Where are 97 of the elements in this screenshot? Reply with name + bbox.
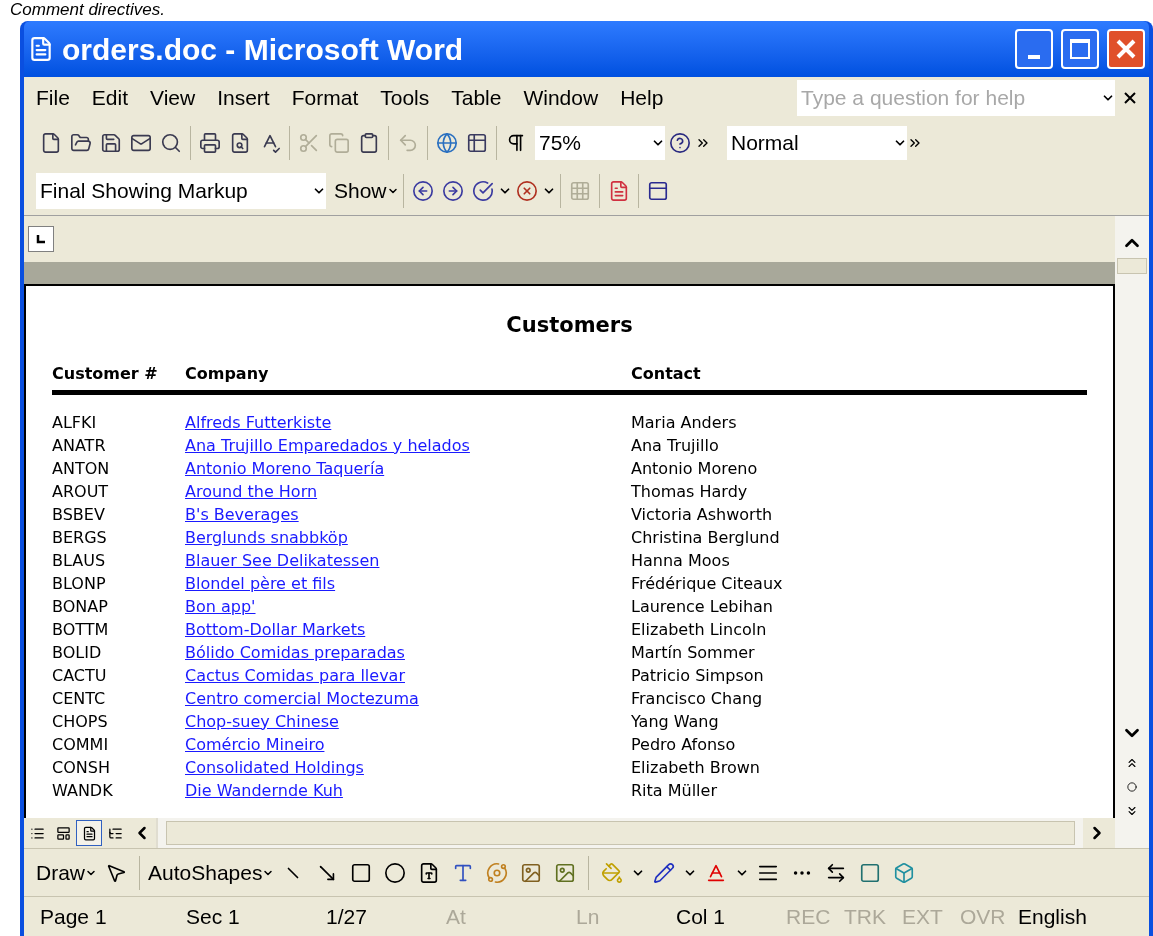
- status-field: Sec 1: [186, 900, 326, 933]
- caption: Comment directives.: [9, 0, 166, 20]
- status-field: TRK: [844, 900, 902, 933]
- horizontal-scroll-thumb[interactable]: [166, 821, 1075, 845]
- status-field: English: [1018, 900, 1108, 933]
- customer-id: WANDK: [52, 779, 114, 802]
- company-link[interactable]: Blondel père et fils: [185, 573, 336, 593]
- zoom-dropdown[interactable]: 75%: [535, 126, 665, 160]
- close-button[interactable]: [1107, 29, 1145, 69]
- menu-item[interactable]: Table: [451, 82, 502, 114]
- contact-name: Patricio Simpson: [631, 664, 765, 687]
- page-view-icon[interactable]: [76, 820, 102, 846]
- customer-id: BLAUS: [52, 549, 107, 572]
- company-link[interactable]: Comércio Mineiro: [185, 734, 325, 754]
- customer-id: BLONP: [52, 572, 107, 595]
- show-menu-button[interactable]: Show: [334, 175, 399, 207]
- contact-name: Victoria Ashworth: [631, 503, 774, 526]
- maximize-button[interactable]: [1061, 29, 1099, 69]
- column-header: Company: [185, 362, 270, 385]
- contact-name: Elizabeth Brown: [631, 756, 761, 779]
- customer-id: CHOPS: [52, 710, 109, 733]
- word-document-icon: [28, 36, 54, 62]
- company-link[interactable]: Bólido Comidas preparadas: [185, 642, 405, 662]
- display-mode-dropdown[interactable]: Final Showing Markup: [36, 173, 326, 209]
- customer-id: BOTTM: [52, 618, 110, 641]
- status-field: OVR: [960, 900, 1018, 933]
- contact-name: Elizabeth Lincoln: [631, 618, 768, 641]
- customer-id: BERGS: [52, 526, 108, 549]
- window-title: orders.doc - Microsoft Word: [62, 31, 465, 68]
- minimize-button[interactable]: [1015, 29, 1053, 69]
- draw-menu-button[interactable]: Draw: [36, 856, 97, 889]
- menu-item[interactable]: Format: [291, 82, 359, 114]
- column-header: Contact: [631, 362, 702, 385]
- company-link[interactable]: Cactus Comidas para llevar: [185, 665, 405, 685]
- menu-item[interactable]: Help: [620, 82, 664, 114]
- company-link[interactable]: Alfreds Futterkiste: [185, 412, 332, 432]
- help-search-field[interactable]: Type a question for help: [797, 80, 1115, 116]
- customer-id: ALFKI: [52, 411, 98, 434]
- contact-name: Rita Müller: [631, 779, 718, 802]
- contact-name: Martín Sommer: [631, 641, 756, 664]
- contact-name: Hanna Moos: [631, 549, 731, 572]
- customer-id: BSBEV: [52, 503, 106, 526]
- menu-item[interactable]: File: [36, 82, 70, 114]
- contact-name: Christina Berglund: [631, 526, 781, 549]
- company-link[interactable]: Blauer See Delikatessen: [185, 550, 380, 570]
- company-link[interactable]: Antonio Moreno Taquería: [185, 458, 385, 478]
- menu-item[interactable]: Edit: [91, 82, 129, 114]
- contact-name: Laurence Lebihan: [631, 595, 774, 618]
- status-field: EXT: [902, 900, 960, 933]
- status-field: Ln: [576, 900, 676, 933]
- close-icon[interactable]: [1123, 91, 1137, 105]
- contact-name: Yang Wang: [631, 710, 720, 733]
- company-link[interactable]: Consolidated Holdings: [185, 757, 364, 777]
- contact-name: Frédérique Citeaux: [631, 572, 784, 595]
- status-field: Page 1: [40, 900, 186, 933]
- status-field: REC: [786, 900, 844, 933]
- column-header: Customer #: [52, 362, 159, 385]
- contact-name: Ana Trujillo: [631, 434, 720, 457]
- company-link[interactable]: Bon app': [185, 596, 256, 616]
- contact-name: Francisco Chang: [631, 687, 764, 710]
- browse-object-icon[interactable]: [1127, 782, 1137, 792]
- next-page-icon[interactable]: [1125, 804, 1139, 818]
- style-dropdown[interactable]: Normal: [727, 126, 907, 160]
- company-link[interactable]: Ana Trujillo Emparedados y helados: [185, 435, 470, 455]
- customer-id: CONSH: [52, 756, 111, 779]
- contact-name: Maria Anders: [631, 411, 738, 434]
- company-link[interactable]: B's Beverages: [185, 504, 299, 524]
- customer-id: BONAP: [52, 595, 109, 618]
- company-link[interactable]: Around the Horn: [185, 481, 318, 501]
- customer-id: AROUT: [52, 480, 110, 503]
- customer-id: ANATR: [52, 434, 107, 457]
- menu-item[interactable]: Tools: [380, 82, 430, 114]
- company-link[interactable]: Chop-suey Chinese: [185, 711, 339, 731]
- customer-id: ANTON: [52, 457, 111, 480]
- status-field: Col 1: [676, 900, 786, 933]
- autoshapes-menu-button[interactable]: AutoShapes: [148, 856, 275, 889]
- vertical-scroll-thumb[interactable]: [1117, 258, 1147, 274]
- customer-id: COMMI: [52, 733, 110, 756]
- company-link[interactable]: Berglunds snabbköp: [185, 527, 348, 547]
- document-heading: Customers: [505, 312, 634, 339]
- menu-item[interactable]: Insert: [217, 82, 270, 114]
- company-link[interactable]: Die Wandernde Kuh: [185, 780, 343, 800]
- tab-stop-icon[interactable]: [28, 226, 54, 252]
- company-link[interactable]: Centro comercial Moctezuma: [185, 688, 419, 708]
- status-field: 1/27: [326, 900, 446, 933]
- company-link[interactable]: Bottom-Dollar Markets: [185, 619, 366, 639]
- menu-item[interactable]: View: [150, 82, 196, 114]
- contact-name: Antonio Moreno: [631, 457, 759, 480]
- status-field: At: [446, 900, 576, 933]
- contact-name: Pedro Afonso: [631, 733, 737, 756]
- customer-id: CENTC: [52, 687, 107, 710]
- menu-item[interactable]: Window: [523, 82, 599, 114]
- close-icon: [1114, 37, 1138, 61]
- contact-name: Thomas Hardy: [631, 480, 749, 503]
- customer-id: BOLID: [52, 641, 103, 664]
- previous-page-icon[interactable]: [1125, 756, 1139, 770]
- customer-id: CACTU: [52, 664, 108, 687]
